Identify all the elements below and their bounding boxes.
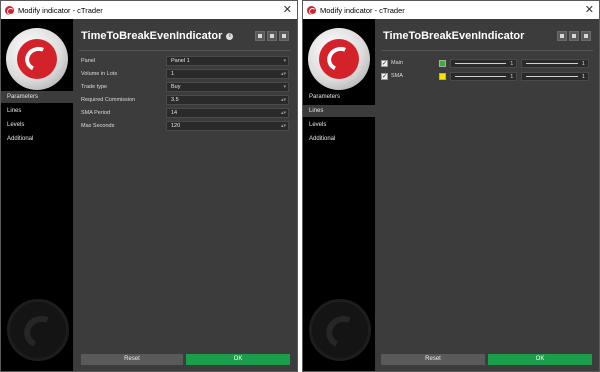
line-color-swatch[interactable] (438, 59, 446, 67)
user-template-icon[interactable] (581, 31, 591, 41)
close-icon[interactable]: ✕ (585, 3, 594, 16)
ctrader-watermark-logo (7, 299, 69, 361)
stepper-arrows-icon[interactable]: ▴▾ (281, 122, 286, 130)
param-label: Max Seconds (81, 123, 115, 129)
param-row-sma-period: SMA Period 14 ▴▾ (81, 108, 289, 118)
param-row-max-seconds: Max Seconds 120 ▴▾ (81, 121, 289, 131)
ok-button[interactable]: OK (488, 354, 592, 365)
param-label: Panel (81, 58, 96, 64)
load-template-icon[interactable] (255, 31, 265, 41)
line-style-select[interactable]: 1 (521, 71, 589, 81)
reset-button[interactable]: Reset (381, 354, 485, 365)
template-toolbar (255, 31, 289, 41)
field-value: Panel 1 (171, 58, 190, 64)
load-template-icon[interactable] (557, 31, 567, 41)
save-template-icon[interactable] (569, 31, 579, 41)
info-icon[interactable]: i (226, 32, 234, 40)
line-preview (526, 75, 578, 77)
stepper-arrows-icon[interactable]: ▴▾ (281, 109, 286, 117)
sidebar-item-levels[interactable]: Levels (303, 119, 375, 131)
sidebar-item-additional[interactable]: Additional (303, 133, 375, 145)
line-preview (526, 62, 578, 64)
indicator-title-text: TimeToBreakEvenIndicator (81, 30, 223, 42)
trade-type-select[interactable]: Buy ▾ (166, 82, 289, 92)
window-titlebar: Modify indicator - cTrader ✕ (303, 1, 599, 19)
line-thickness-select[interactable]: 1 (449, 71, 518, 81)
user-template-icon[interactable] (279, 31, 289, 41)
close-icon[interactable]: ✕ (283, 3, 292, 16)
line-row-main: ✓ Main 1 1 (381, 58, 593, 68)
sidebar-item-lines[interactable]: Lines (303, 105, 375, 117)
stepper-arrows-icon[interactable]: ▴▾ (281, 70, 286, 78)
param-row-volume: Volume in Lots 1 ▴▾ (81, 69, 289, 79)
template-toolbar (557, 31, 591, 41)
ctrader-app-icon (307, 5, 316, 15)
param-label: Trade type (81, 84, 108, 90)
param-row-panel: Panel Panel 1 ▾ (81, 56, 289, 66)
modify-indicator-window-lines: Modify indicator - cTrader ✕ Parameters … (302, 0, 600, 372)
ctrader-logo (6, 28, 68, 90)
sidebar-item-parameters[interactable]: Parameters (1, 91, 73, 103)
sidebar: Parameters Lines Levels Additional (1, 19, 73, 371)
field-value: 120 (171, 123, 181, 129)
stepper-arrows-icon[interactable]: ▴▾ (281, 96, 286, 104)
line-style-value: 1 (581, 60, 585, 67)
line-thickness-value: 1 (510, 73, 514, 80)
line-label: SMA (391, 73, 403, 79)
sidebar-nav: Parameters Lines Levels Additional (1, 91, 73, 147)
ctrader-app-icon (5, 5, 14, 15)
modify-indicator-window-parameters: Modify indicator - cTrader ✕ Parameters … (0, 0, 298, 372)
max-seconds-stepper[interactable]: 120 ▴▾ (166, 121, 289, 131)
sidebar-item-parameters[interactable]: Parameters (303, 91, 375, 103)
param-row-commission: Required Commission 3.5 ▴▾ (81, 95, 289, 105)
lines-panel: TimeToBreakEvenIndicator ✓ Main 1 1 ✓ SM… (375, 19, 599, 371)
line-label: Main (391, 60, 403, 66)
sidebar-nav: Parameters Lines Levels Additional (303, 91, 375, 147)
line-style-select[interactable]: 1 (521, 58, 589, 68)
sidebar: Parameters Lines Levels Additional (303, 19, 375, 371)
sma-period-stepper[interactable]: 14 ▴▾ (166, 108, 289, 118)
divider (381, 50, 593, 51)
ctrader-logo (308, 28, 370, 90)
line-preview (454, 75, 507, 77)
field-value: Buy (171, 84, 181, 90)
param-row-trade-type: Trade type Buy ▾ (81, 82, 289, 92)
save-template-icon[interactable] (267, 31, 277, 41)
window-titlebar: Modify indicator - cTrader ✕ (1, 1, 297, 19)
ctrader-watermark-logo (309, 299, 371, 361)
line-visible-checkbox[interactable]: ✓ (381, 59, 388, 67)
param-label: Volume in Lots (81, 71, 118, 77)
field-value: 14 (171, 110, 178, 116)
field-value: 3.5 (171, 97, 179, 103)
window-title: Modify indicator - cTrader (320, 5, 405, 15)
window-title: Modify indicator - cTrader (18, 5, 103, 15)
indicator-title: TimeToBreakEvenIndicator (383, 30, 525, 42)
divider (79, 50, 291, 51)
field-value: 1 (171, 71, 175, 77)
commission-stepper[interactable]: 3.5 ▴▾ (166, 95, 289, 105)
chevron-down-icon: ▾ (283, 58, 286, 64)
line-preview (454, 62, 507, 64)
param-label: SMA Period (81, 110, 111, 116)
line-visible-checkbox[interactable]: ✓ (381, 72, 388, 80)
reset-button[interactable]: Reset (81, 354, 183, 365)
line-row-sma: ✓ SMA 1 1 (381, 71, 593, 81)
line-color-swatch[interactable] (438, 72, 446, 80)
panel-select[interactable]: Panel 1 ▾ (166, 56, 289, 66)
volume-stepper[interactable]: 1 ▴▾ (166, 69, 289, 79)
line-thickness-select[interactable]: 1 (449, 58, 518, 68)
param-label: Required Commission (81, 97, 136, 103)
sidebar-item-levels[interactable]: Levels (1, 119, 73, 131)
parameters-panel: TimeToBreakEvenIndicator i Panel Panel 1 ▾… (73, 19, 297, 371)
sidebar-item-lines[interactable]: Lines (1, 105, 73, 117)
chevron-down-icon: ▾ (283, 84, 286, 90)
sidebar-item-additional[interactable]: Additional (1, 133, 73, 145)
ok-button[interactable]: OK (186, 354, 290, 365)
line-style-value: 1 (581, 73, 585, 80)
line-thickness-value: 1 (510, 60, 514, 67)
indicator-title: TimeToBreakEvenIndicator i (81, 30, 234, 42)
